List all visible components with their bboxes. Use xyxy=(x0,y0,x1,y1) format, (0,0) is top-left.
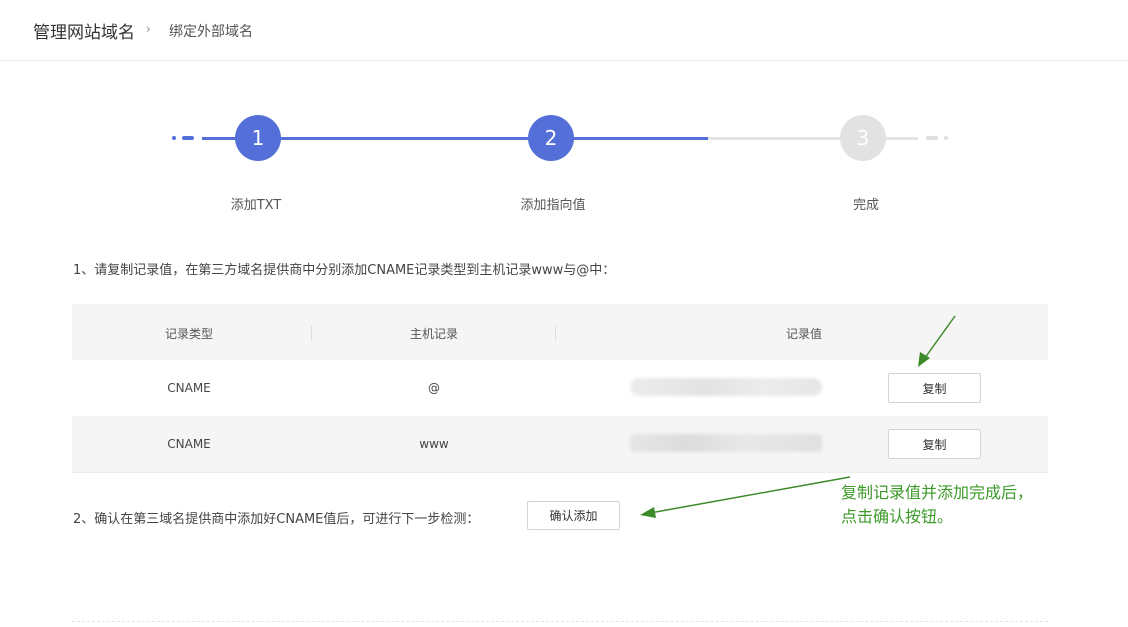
annotation-arrows xyxy=(640,315,956,518)
arrow-to-confirm-line xyxy=(649,476,851,514)
arrow-to-copy-line xyxy=(921,315,956,363)
arrow-to-confirm-head xyxy=(640,507,656,518)
bottom-divider xyxy=(72,621,1048,622)
page: 管理网站域名 › 绑定外部域名 1 2 3 添加TXT 添加指向值 完成 1、请… xyxy=(0,0,1128,627)
